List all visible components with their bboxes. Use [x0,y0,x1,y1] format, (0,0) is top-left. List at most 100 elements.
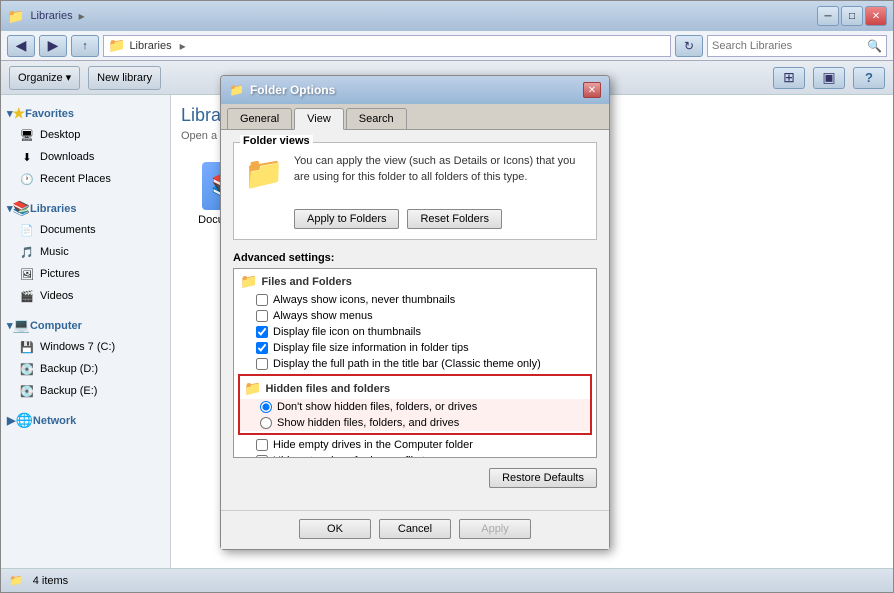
display-file-icon-label: Display file icon on thumbnails [273,326,421,338]
favorites-star-icon: ★ [13,105,26,122]
close-button[interactable]: ✕ [865,6,887,26]
apply-to-folders-button[interactable]: Apply to Folders [294,209,399,229]
refresh-button[interactable]: ↻ [675,35,703,57]
folder-views-buttons: Apply to Folders Reset Folders [244,201,586,229]
setting-hide-extensions[interactable]: Hide extensions for known file types [236,453,594,458]
always-show-menus-checkbox[interactable] [256,310,268,322]
tab-general[interactable]: General [227,108,292,129]
sidebar-item-pictures[interactable]: 🖼 Pictures [1,263,170,285]
sidebar: ▾ ★ Favorites 🖥 Desktop ⬇ Downloads 🕐 Re… [1,95,171,568]
display-file-icon-checkbox[interactable] [256,326,268,338]
back-button[interactable]: ◀ [7,35,35,57]
view-options-button[interactable]: ⊞ [773,67,805,89]
network-icon: 🌐 [15,412,32,429]
tab-search[interactable]: Search [346,108,407,129]
display-full-path-label: Display the full path in the title bar (… [273,358,541,370]
sidebar-item-desktop[interactable]: 🖥 Desktop [1,124,170,146]
title-bar-buttons: ─ □ ✕ [817,6,887,26]
status-bar: 📁 4 items [1,568,893,592]
apply-button[interactable]: Apply [459,519,531,539]
title-bar: 📁 Libraries ▸ ─ □ ✕ [1,1,893,31]
dialog-title-left: 📁 Folder Options [229,83,335,97]
libraries-label: Libraries [30,203,76,215]
setting-show-hidden[interactable]: Show hidden files, folders, and drives [240,415,590,431]
hidden-files-group-highlighted: 📁 Hidden files and folders Don't show hi… [238,374,592,435]
music-icon: 🎵 [19,244,35,260]
preview-button[interactable]: ▣ [813,67,845,89]
search-icon: 🔍 [867,39,882,53]
sidebar-item-e-drive[interactable]: 💽 Backup (E:) [1,380,170,402]
help-button[interactable]: ? [853,67,885,89]
hidden-files-header[interactable]: 📁 Hidden files and folders [240,378,590,399]
hidden-files-expand-icon: 📁 [244,380,261,397]
d-drive-icon: 💽 [19,361,35,377]
network-collapse-icon: ▶ [7,414,15,427]
setting-display-file-icon[interactable]: Display file icon on thumbnails [236,324,594,340]
new-library-button[interactable]: New library [88,66,161,90]
reset-folders-button[interactable]: Reset Folders [407,209,501,229]
hide-extensions-checkbox[interactable] [256,455,268,458]
setting-dont-show-hidden[interactable]: Don't show hidden files, folders, or dri… [240,399,590,415]
e-drive-icon: 💽 [19,383,35,399]
hidden-files-label: Hidden files and folders [265,383,390,395]
setting-display-full-path[interactable]: Display the full path in the title bar (… [236,356,594,372]
setting-hide-empty-drives[interactable]: Hide empty drives in the Computer folder [236,437,594,453]
organize-label: Organize [18,72,63,84]
ok-button[interactable]: OK [299,519,371,539]
dialog-tabs: General View Search [221,104,609,130]
restore-defaults-button[interactable]: Restore Defaults [489,468,597,488]
window-title: Libraries [30,10,72,22]
sidebar-item-music[interactable]: 🎵 Music [1,241,170,263]
title-bar-left: 📁 Libraries ▸ [7,8,85,25]
display-file-size-checkbox[interactable] [256,342,268,354]
sidebar-item-videos[interactable]: 🎬 Videos [1,285,170,307]
sidebar-item-documents[interactable]: 📄 Documents [1,219,170,241]
computer-header[interactable]: ▾ 💻 Computer [1,315,170,336]
sidebar-item-c-drive[interactable]: 💾 Windows 7 (C:) [1,336,170,358]
libraries-header[interactable]: ▾ 📚 Libraries [1,198,170,219]
setting-always-show-icons[interactable]: Always show icons, never thumbnails [236,292,594,308]
sidebar-item-documents-label: Documents [40,224,96,236]
minimize-button[interactable]: ─ [817,6,839,26]
always-show-icons-checkbox[interactable] [256,294,268,306]
sidebar-item-e-drive-label: Backup (E:) [40,385,97,397]
address-separator: ▸ [180,39,186,53]
address-input[interactable]: 📁 Libraries ▸ [103,35,671,57]
tab-view[interactable]: View [294,108,344,130]
hide-empty-drives-label: Hide empty drives in the Computer folder [273,439,473,451]
up-button[interactable]: ↑ [71,35,99,57]
hide-empty-drives-checkbox[interactable] [256,439,268,451]
favorites-header[interactable]: ▾ ★ Favorites [1,103,170,124]
sidebar-item-d-drive[interactable]: 💽 Backup (D:) [1,358,170,380]
search-box[interactable]: 🔍 [707,35,887,57]
sidebar-item-recent[interactable]: 🕐 Recent Places [1,168,170,190]
sidebar-item-c-drive-label: Windows 7 (C:) [40,341,115,353]
display-file-size-label: Display file size information in folder … [273,342,469,354]
maximize-button[interactable]: □ [841,6,863,26]
organize-button[interactable]: Organize ▾ [9,66,80,90]
search-input[interactable] [712,40,865,52]
network-header[interactable]: ▶ 🌐 Network [1,410,170,431]
setting-always-show-menus[interactable]: Always show menus [236,308,594,324]
setting-display-file-size[interactable]: Display file size information in folder … [236,340,594,356]
tab-view-label: View [307,113,331,125]
settings-list: 📁 Files and Folders Always show icons, n… [234,269,596,458]
sidebar-item-pictures-label: Pictures [40,268,80,280]
address-text: Libraries [129,40,171,52]
new-library-label: New library [97,72,152,84]
display-full-path-checkbox[interactable] [256,358,268,370]
settings-list-wrapper[interactable]: 📁 Files and Folders Always show icons, n… [233,268,597,458]
desktop-icon: 🖥 [19,127,35,143]
show-hidden-radio[interactable] [260,417,272,429]
folder-views-content: 📁 You can apply the view (such as Detail… [244,153,586,193]
forward-button[interactable]: ▶ [39,35,67,57]
files-and-folders-header[interactable]: 📁 Files and Folders [236,271,594,292]
cancel-button[interactable]: Cancel [379,519,451,539]
computer-section: ▾ 💻 Computer 💾 Windows 7 (C:) 💽 Backup (… [1,315,170,402]
sidebar-item-downloads[interactable]: ⬇ Downloads [1,146,170,168]
dont-show-hidden-radio[interactable] [260,401,272,413]
dialog-close-button[interactable]: ✕ [583,82,601,98]
folder-views-box: Folder views 📁 You can apply the view (s… [233,142,597,240]
files-folders-expand-icon: 📁 [240,273,257,290]
organize-chevron: ▾ [66,71,72,84]
